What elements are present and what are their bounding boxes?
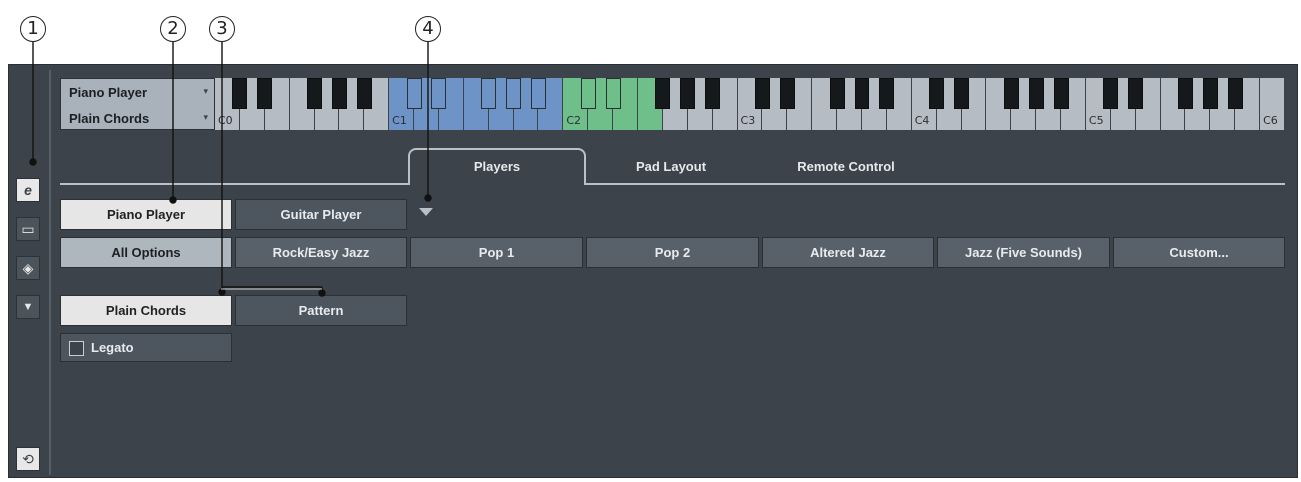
tab-pad-layout[interactable]: Pad Layout bbox=[586, 148, 756, 185]
black-key[interactable] bbox=[829, 78, 845, 109]
tag-icon[interactable]: ◈ bbox=[16, 256, 40, 280]
callout-3: 3 bbox=[209, 16, 235, 42]
player-selector[interactable]: Piano Player ▾ Plain Chords ▾ bbox=[60, 78, 215, 130]
black-key[interactable] bbox=[1053, 78, 1069, 109]
black-key[interactable] bbox=[1202, 78, 1218, 109]
black-key[interactable] bbox=[506, 78, 522, 109]
legato-option[interactable]: Legato bbox=[60, 333, 232, 362]
black-key[interactable] bbox=[431, 78, 447, 109]
legato-label: Legato bbox=[91, 340, 134, 355]
tab-players[interactable]: Players bbox=[408, 148, 586, 185]
black-key[interactable] bbox=[1227, 78, 1243, 109]
sidebar-divider bbox=[49, 70, 51, 475]
more-players-dropdown-icon[interactable] bbox=[419, 208, 433, 216]
black-key[interactable] bbox=[954, 78, 969, 109]
style-pop-1[interactable]: Pop 1 bbox=[410, 237, 583, 268]
style-altered-jazz[interactable]: Altered Jazz bbox=[762, 237, 934, 268]
edit-icon[interactable]: e bbox=[16, 178, 40, 202]
chevron-down-icon[interactable]: ▾ bbox=[203, 112, 208, 123]
black-key[interactable] bbox=[232, 78, 248, 109]
style-pop-2[interactable]: Pop 2 bbox=[586, 237, 759, 268]
octave-label: C2 bbox=[566, 114, 582, 127]
black-key[interactable] bbox=[655, 78, 671, 109]
black-key[interactable] bbox=[356, 78, 372, 109]
style-custom[interactable]: Custom... bbox=[1113, 237, 1285, 268]
black-key[interactable] bbox=[257, 78, 273, 109]
callout-4: 4 bbox=[415, 16, 441, 42]
selector-style-name: Plain Chords bbox=[69, 111, 150, 126]
piano-player-button[interactable]: Piano Player bbox=[60, 199, 232, 230]
style-jazz-five-sounds[interactable]: Jazz (Five Sounds) bbox=[937, 237, 1110, 268]
keyboard-display[interactable]: C0 C1 C2 C3 C4 C5 C6 bbox=[215, 78, 1285, 130]
black-key[interactable] bbox=[754, 78, 770, 109]
octave-label: C3 bbox=[740, 114, 756, 127]
black-key[interactable] bbox=[929, 78, 945, 109]
black-key[interactable] bbox=[605, 78, 621, 109]
black-key[interactable] bbox=[879, 78, 895, 109]
black-key[interactable] bbox=[1003, 78, 1019, 109]
black-key[interactable] bbox=[307, 78, 322, 109]
black-key[interactable] bbox=[531, 78, 546, 109]
black-key[interactable] bbox=[406, 78, 422, 109]
black-key[interactable] bbox=[705, 78, 721, 109]
octave-label: C5 bbox=[1088, 114, 1104, 127]
black-key[interactable] bbox=[481, 78, 497, 109]
black-key[interactable] bbox=[854, 78, 870, 109]
dropdown-icon[interactable]: ▼ bbox=[16, 295, 40, 319]
style-rock-easy-jazz[interactable]: Rock/Easy Jazz bbox=[235, 237, 407, 268]
style-all-options[interactable]: All Options bbox=[60, 237, 232, 268]
mode-plain-chords[interactable]: Plain Chords bbox=[60, 295, 232, 326]
callout-2: 2 bbox=[160, 16, 186, 42]
tab-remote-control[interactable]: Remote Control bbox=[756, 148, 936, 185]
octave-label: C0 bbox=[218, 114, 233, 127]
chevron-down-icon[interactable]: ▾ bbox=[203, 86, 208, 97]
callout-1: 1 bbox=[20, 16, 46, 42]
black-key[interactable] bbox=[1028, 78, 1044, 109]
black-key[interactable] bbox=[680, 78, 696, 109]
black-key[interactable] bbox=[779, 78, 795, 109]
selector-player-name: Piano Player bbox=[69, 85, 148, 100]
black-key[interactable] bbox=[580, 78, 596, 109]
reset-icon[interactable]: ⟲ bbox=[16, 447, 40, 471]
black-key[interactable] bbox=[1103, 78, 1119, 109]
octave-label: C4 bbox=[914, 114, 930, 127]
mode-pattern[interactable]: Pattern bbox=[235, 295, 407, 326]
guitar-player-button[interactable]: Guitar Player bbox=[235, 199, 407, 230]
octave-label: C1 bbox=[392, 114, 407, 127]
black-key[interactable] bbox=[331, 78, 347, 109]
black-key[interactable] bbox=[1178, 78, 1193, 109]
octave-label: C6 bbox=[1263, 114, 1278, 127]
black-key[interactable] bbox=[1128, 78, 1144, 109]
chat-bubble-icon[interactable]: ▭ bbox=[16, 217, 40, 241]
legato-checkbox[interactable] bbox=[69, 341, 84, 356]
